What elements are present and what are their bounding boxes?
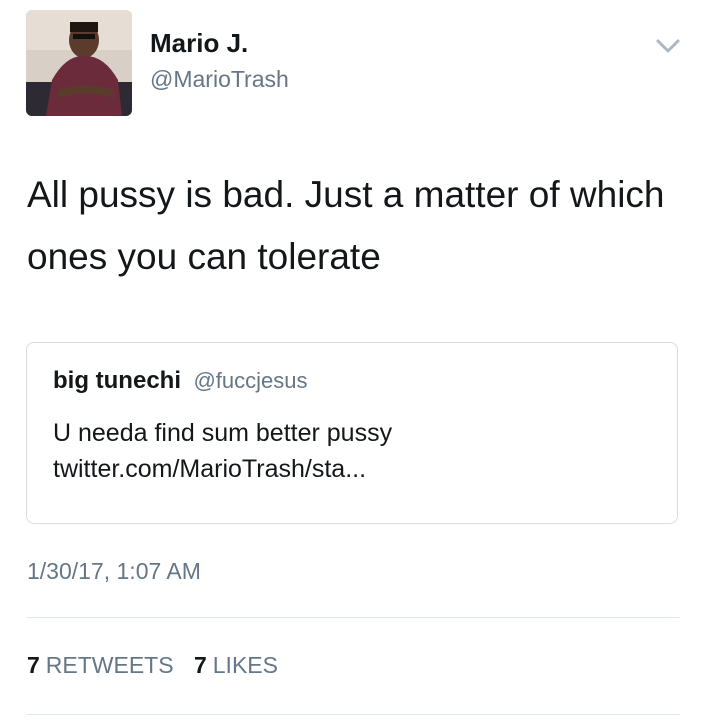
retweets-stat[interactable]: 7 RETWEETS bbox=[27, 652, 174, 679]
quoted-tweet-text: U needa find sum better pussy bbox=[53, 419, 393, 447]
tweet-timestamp[interactable]: 1/30/17, 1:07 AM bbox=[27, 558, 201, 585]
tweet-text: All pussy is bad. Just a matter of which… bbox=[27, 174, 665, 277]
likes-stat[interactable]: 7 LIKES bbox=[194, 652, 278, 679]
quoted-display-name: big tunechi bbox=[53, 367, 181, 394]
retweets-label: RETWEETS bbox=[45, 652, 174, 678]
tweet-detail: Mario J. @MarioTrash All pussy is bad. J… bbox=[0, 0, 707, 720]
quoted-tweet-link[interactable]: twitter.com/MarioTrash/sta... bbox=[53, 451, 366, 487]
likes-count: 7 bbox=[193, 652, 207, 678]
author-display-name[interactable]: Mario J. bbox=[150, 28, 248, 59]
quoted-tweet-header: big tunechi @fuccjesus bbox=[53, 367, 308, 395]
author-handle[interactable]: @MarioTrash bbox=[150, 66, 289, 93]
quoted-handle: @fuccjesus bbox=[193, 368, 308, 393]
retweets-count: 7 bbox=[27, 652, 40, 678]
avatar[interactable] bbox=[26, 10, 132, 116]
divider bbox=[27, 714, 680, 715]
likes-label: LIKES bbox=[212, 652, 278, 678]
chevron-down-icon[interactable] bbox=[654, 36, 682, 56]
quoted-tweet-card[interactable]: big tunechi @fuccjesus U needa find sum … bbox=[26, 342, 678, 524]
divider bbox=[27, 617, 680, 618]
tweet-stats: 7 RETWEETS 7 LIKES bbox=[27, 652, 292, 679]
